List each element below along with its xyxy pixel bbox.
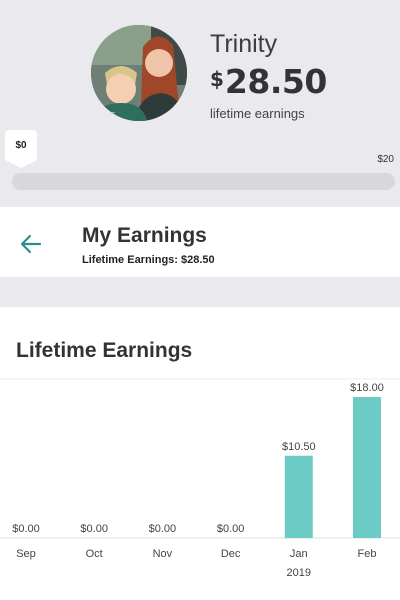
profile-header: DOG Trinity $ 28.50 lifetime earnings $0… <box>0 0 400 207</box>
lifetime-earnings-summary: Lifetime Earnings: $28.50 <box>82 254 215 266</box>
avatar-photo: DOG <box>91 25 187 121</box>
x-tick-label: Oct <box>86 548 103 560</box>
goal-start-marker: $0 <box>5 130 37 168</box>
x-tick-label: Dec <box>221 548 241 560</box>
x-tick-label: Feb <box>358 548 377 560</box>
lifetime-amount: $ 28.50 <box>210 62 327 101</box>
profile-name: Trinity <box>210 30 278 58</box>
earnings-chart: $0.00 Sep $0.00 Oct $0.00 Nov $0.00 Dec $10.50 Ja… <box>0 378 400 579</box>
earnings-chart-card: Lifetime Earnings $0.00 Sep $0.00 Oct $0.00 N… <box>0 307 400 600</box>
earnings-header: My Earnings Lifetime Earnings: $28.50 <box>0 207 400 277</box>
back-button[interactable] <box>18 232 46 256</box>
bar-value-label: $18.00 <box>350 382 384 394</box>
x-tick-label: Sep <box>16 548 36 560</box>
currency-symbol: $ <box>210 67 224 91</box>
lifetime-earnings-caption: lifetime earnings <box>210 106 305 121</box>
chart-bar <box>353 397 381 538</box>
bar-value-label: $10.50 <box>282 441 316 453</box>
bar-value-label: $0.00 <box>12 523 40 535</box>
bar-value-label: $0.00 <box>80 523 108 535</box>
goal-end-label: $20 <box>377 154 394 165</box>
svg-text:DOG: DOG <box>99 111 115 119</box>
chart-bar <box>284 455 313 538</box>
x-tick-label: Jan <box>290 548 308 560</box>
year-label: 2019 <box>287 567 311 579</box>
bar-value-label: $0.00 <box>217 523 245 535</box>
arrow-left-icon <box>20 234 42 254</box>
amount-value: 28.50 <box>224 62 327 101</box>
goal-start-label: $0 <box>15 140 27 151</box>
x-tick-label: Nov <box>153 548 173 560</box>
goal-progress-bar <box>12 173 395 190</box>
page-title: My Earnings <box>82 224 207 247</box>
bar-value-label: $0.00 <box>149 523 177 535</box>
avatar: DOG <box>91 25 187 121</box>
